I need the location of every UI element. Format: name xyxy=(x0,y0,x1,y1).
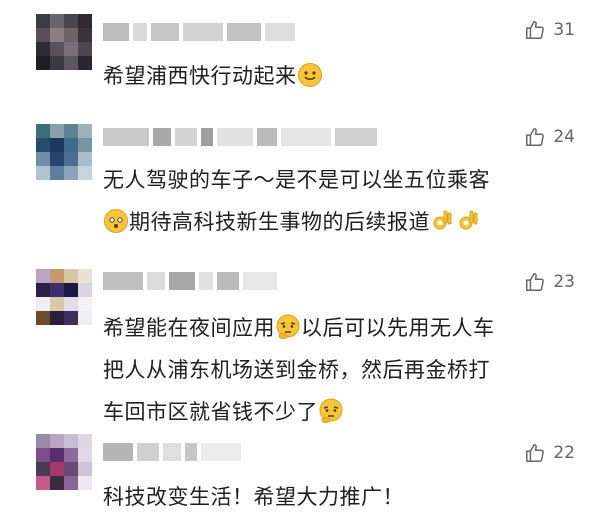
like-count: 24 xyxy=(553,127,575,147)
comment-line: 希望浦西快行动起来 xyxy=(103,64,297,88)
comment-text: 希望浦西快行动起来 xyxy=(103,55,573,97)
ok-hand-emoji-icon xyxy=(433,210,452,230)
username-blurred[interactable] xyxy=(103,271,277,291)
avatar[interactable] xyxy=(36,124,92,180)
thumbs-up-icon xyxy=(526,21,545,39)
avatar[interactable] xyxy=(36,14,92,70)
ok-hand-emoji-icon xyxy=(459,210,478,230)
comment-line: 无人驾驶的车子～是不是可以坐五位乘客 xyxy=(103,168,490,192)
username-blurred[interactable] xyxy=(103,127,377,147)
avatar[interactable] xyxy=(36,269,92,325)
avatar[interactable] xyxy=(36,434,92,490)
thinking-emoji-icon xyxy=(276,314,300,339)
like-button[interactable]: 24 xyxy=(524,126,575,148)
comment-text: 科技改变生活！希望大力推广！ xyxy=(103,476,573,518)
thumbs-up-icon xyxy=(526,128,545,146)
thumbs-up-icon xyxy=(526,273,545,291)
comment-line: 科技改变生活！希望大力推广！ xyxy=(103,485,404,509)
like-count: 22 xyxy=(553,443,575,463)
curious-emoji-icon xyxy=(104,209,128,233)
comment-3: 23 希望能在夜间应用 以后可以先用无人车 把人从浦东机场送到金桥，然后再金桥打 … xyxy=(0,255,615,430)
smile-emoji-icon xyxy=(297,63,322,87)
comment-text: 无人驾驶的车子～是不是可以坐五位乘客 期待高科技新生事物的后续报道 xyxy=(103,159,573,243)
comment-line-text: 希望能在夜间应用 xyxy=(103,316,275,340)
like-button[interactable]: 23 xyxy=(524,271,575,293)
comment-line: 期待高科技新生事物的后续报道 xyxy=(103,201,573,243)
comment-2: 24 无人驾驶的车子～是不是可以坐五位乘客 期待高科技新生事物的后续报道 xyxy=(0,110,615,255)
like-count: 23 xyxy=(553,272,575,292)
username-blurred[interactable] xyxy=(103,22,295,42)
comment-line: 希望能在夜间应用 以后可以先用无人车 xyxy=(103,307,573,349)
like-button[interactable]: 22 xyxy=(524,442,575,464)
comment-line: 把人从浦东机场送到金桥，然后再金桥打 xyxy=(103,358,490,382)
username-blurred[interactable] xyxy=(103,442,241,462)
like-count: 31 xyxy=(553,20,575,40)
comment-line-text: 以后可以先用无人车 xyxy=(301,316,495,340)
comment-text: 希望能在夜间应用 以后可以先用无人车 把人从浦东机场送到金桥，然后再金桥打 车回市… xyxy=(103,307,573,433)
thumbs-up-icon xyxy=(526,444,545,462)
like-button[interactable]: 31 xyxy=(524,19,575,41)
comment-4: 22 科技改变生活！希望大力推广！ xyxy=(0,420,615,523)
comment-1: 31 希望浦西快行动起来 xyxy=(0,0,615,110)
comment-line-text: 期待高科技新生事物的后续报道 xyxy=(129,210,430,234)
